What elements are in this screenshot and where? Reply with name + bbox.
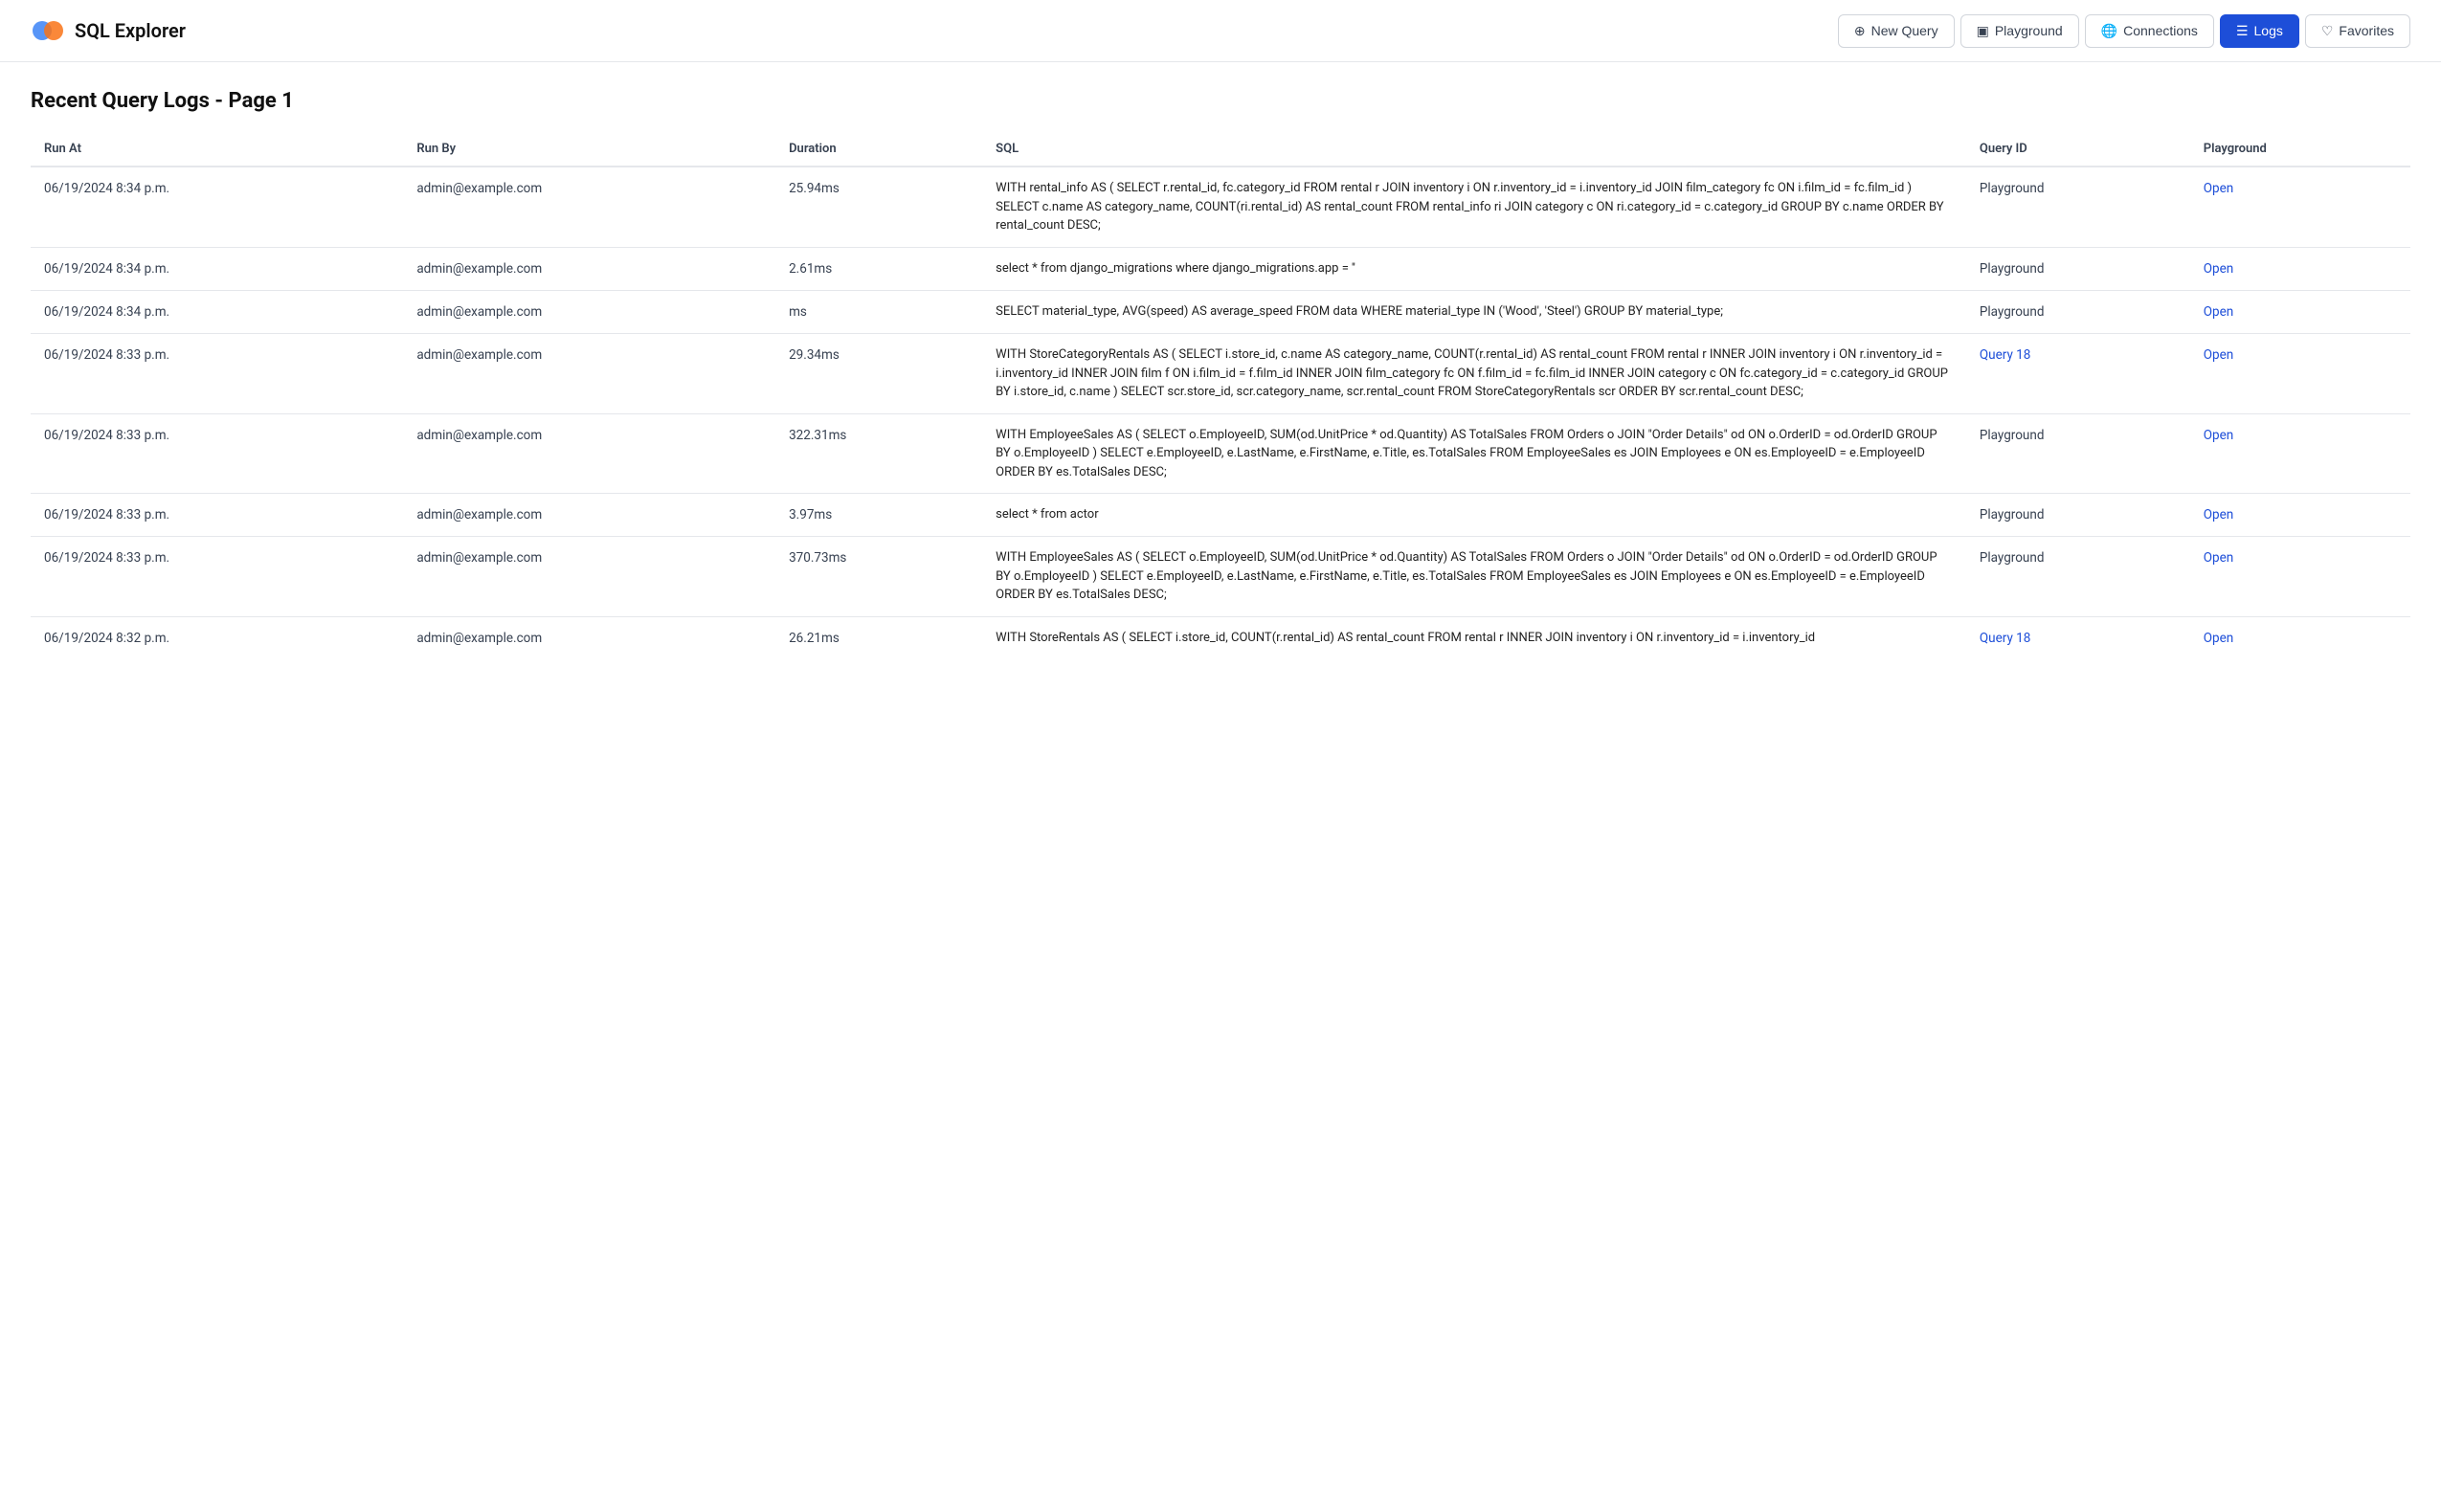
playground-open-4[interactable]: Open xyxy=(2190,413,2410,494)
playground-open-7[interactable]: Open xyxy=(2190,616,2410,659)
duration-7: 26.21ms xyxy=(775,616,982,659)
run-at-6: 06/19/2024 8:33 p.m. xyxy=(31,537,403,617)
run-at-2: 06/19/2024 8:34 p.m. xyxy=(31,290,403,333)
query-id-7[interactable]: Query 18 xyxy=(1966,616,2190,659)
table-body: 06/19/2024 8:34 p.m.admin@example.com25.… xyxy=(31,167,2410,659)
sql-3: WITH StoreCategoryRentals AS ( SELECT i.… xyxy=(982,334,1966,414)
playground-open-0[interactable]: Open xyxy=(2190,167,2410,247)
duration-4: 322.31ms xyxy=(775,413,982,494)
duration-0: 25.94ms xyxy=(775,167,982,247)
col-header-run_by: Run By xyxy=(403,132,775,167)
run-at-5: 06/19/2024 8:33 p.m. xyxy=(31,494,403,537)
playground-open-link-7[interactable]: Open xyxy=(2204,631,2233,646)
playground-open-5[interactable]: Open xyxy=(2190,494,2410,537)
query-id-6: Playground xyxy=(1966,537,2190,617)
playground-open-link-5[interactable]: Open xyxy=(2204,507,2233,523)
run-by-7: admin@example.com xyxy=(403,616,775,659)
nav-label-new-query: New Query xyxy=(1871,23,1938,38)
duration-6: 370.73ms xyxy=(775,537,982,617)
sql-4: WITH EmployeeSales AS ( SELECT o.Employe… xyxy=(982,413,1966,494)
table-row: 06/19/2024 8:33 p.m.admin@example.com29.… xyxy=(31,334,2410,414)
col-header-sql: SQL xyxy=(982,132,1966,167)
run-at-0: 06/19/2024 8:34 p.m. xyxy=(31,167,403,247)
nav-btn-new-query[interactable]: ⊕ New Query xyxy=(1838,14,1955,48)
col-header-duration: Duration xyxy=(775,132,982,167)
query-logs-table: Run AtRun ByDurationSQLQuery IDPlaygroun… xyxy=(31,132,2410,659)
playground-open-link-2[interactable]: Open xyxy=(2204,304,2233,320)
table-row: 06/19/2024 8:33 p.m.admin@example.com370… xyxy=(31,537,2410,617)
nav-icon-connections: 🌐 xyxy=(2101,23,2117,39)
run-at-1: 06/19/2024 8:34 p.m. xyxy=(31,247,403,290)
sql-1: select * from django_migrations where dj… xyxy=(982,247,1966,290)
run-at-4: 06/19/2024 8:33 p.m. xyxy=(31,413,403,494)
logo-icon xyxy=(31,13,65,48)
sql-7: WITH StoreRentals AS ( SELECT i.store_id… xyxy=(982,616,1966,659)
table-row: 06/19/2024 8:34 p.m.admin@example.com25.… xyxy=(31,167,2410,247)
nav-icon-new-query: ⊕ xyxy=(1854,23,1866,39)
query-id-3[interactable]: Query 18 xyxy=(1966,334,2190,414)
query-id-2: Playground xyxy=(1966,290,2190,333)
playground-open-link-4[interactable]: Open xyxy=(2204,428,2233,443)
logo-area: SQL Explorer xyxy=(31,13,186,48)
nav-label-connections: Connections xyxy=(2123,23,2198,38)
playground-open-link-3[interactable]: Open xyxy=(2204,347,2233,363)
logo-text: SQL Explorer xyxy=(75,19,186,42)
sql-0: WITH rental_info AS ( SELECT r.rental_id… xyxy=(982,167,1966,247)
run-at-3: 06/19/2024 8:33 p.m. xyxy=(31,334,403,414)
run-by-4: admin@example.com xyxy=(403,413,775,494)
run-by-3: admin@example.com xyxy=(403,334,775,414)
query-id-1: Playground xyxy=(1966,247,2190,290)
col-header-run_at: Run At xyxy=(31,132,403,167)
playground-open-1[interactable]: Open xyxy=(2190,247,2410,290)
playground-open-link-0[interactable]: Open xyxy=(2204,181,2233,196)
nav-icon-favorites: ♡ xyxy=(2321,23,2334,39)
table-header: Run AtRun ByDurationSQLQuery IDPlaygroun… xyxy=(31,132,2410,167)
col-header-playground: Playground xyxy=(2190,132,2410,167)
query-logs-table-wrapper: Run AtRun ByDurationSQLQuery IDPlaygroun… xyxy=(31,132,2410,659)
duration-1: 2.61ms xyxy=(775,247,982,290)
run-by-0: admin@example.com xyxy=(403,167,775,247)
duration-5: 3.97ms xyxy=(775,494,982,537)
sql-2: SELECT material_type, AVG(speed) AS aver… xyxy=(982,290,1966,333)
run-by-1: admin@example.com xyxy=(403,247,775,290)
nav-btn-playground[interactable]: ▣ Playground xyxy=(1960,14,2079,48)
query-id-link-3[interactable]: Query 18 xyxy=(1980,347,2031,363)
duration-3: 29.34ms xyxy=(775,334,982,414)
run-at-7: 06/19/2024 8:32 p.m. xyxy=(31,616,403,659)
nav-label-logs: Logs xyxy=(2254,23,2283,38)
query-id-4: Playground xyxy=(1966,413,2190,494)
playground-open-link-6[interactable]: Open xyxy=(2204,550,2233,566)
query-id-5: Playground xyxy=(1966,494,2190,537)
query-id-0: Playground xyxy=(1966,167,2190,247)
run-by-5: admin@example.com xyxy=(403,494,775,537)
playground-open-6[interactable]: Open xyxy=(2190,537,2410,617)
table-row: 06/19/2024 8:32 p.m.admin@example.com26.… xyxy=(31,616,2410,659)
table-row: 06/19/2024 8:34 p.m.admin@example.commsS… xyxy=(31,290,2410,333)
nav-label-favorites: Favorites xyxy=(2339,23,2394,38)
page-title: Recent Query Logs - Page 1 xyxy=(31,89,2410,113)
table-row: 06/19/2024 8:34 p.m.admin@example.com2.6… xyxy=(31,247,2410,290)
duration-2: ms xyxy=(775,290,982,333)
nav-area: ⊕ New Query ▣ Playground 🌐 Connections ☰ Logs ♡ F… xyxy=(1838,14,2410,48)
header-row: Run AtRun ByDurationSQLQuery IDPlaygroun… xyxy=(31,132,2410,167)
playground-open-3[interactable]: Open xyxy=(2190,334,2410,414)
sql-6: WITH EmployeeSales AS ( SELECT o.Employe… xyxy=(982,537,1966,617)
col-header-query_id: Query ID xyxy=(1966,132,2190,167)
main-content: Recent Query Logs - Page 1 Run AtRun ByD… xyxy=(0,62,2441,686)
run-by-6: admin@example.com xyxy=(403,537,775,617)
query-id-link-7[interactable]: Query 18 xyxy=(1980,631,2031,646)
nav-btn-connections[interactable]: 🌐 Connections xyxy=(2085,14,2214,48)
table-row: 06/19/2024 8:33 p.m.admin@example.com3.9… xyxy=(31,494,2410,537)
nav-label-playground: Playground xyxy=(1995,23,2063,38)
nav-btn-logs[interactable]: ☰ Logs xyxy=(2220,14,2299,48)
run-by-2: admin@example.com xyxy=(403,290,775,333)
nav-icon-playground: ▣ xyxy=(1977,23,1989,39)
nav-btn-favorites[interactable]: ♡ Favorites xyxy=(2305,14,2410,48)
sql-5: select * from actor xyxy=(982,494,1966,537)
playground-open-2[interactable]: Open xyxy=(2190,290,2410,333)
nav-icon-logs: ☰ xyxy=(2236,23,2249,39)
header: SQL Explorer ⊕ New Query ▣ Playground 🌐 Conne… xyxy=(0,0,2441,62)
playground-open-link-1[interactable]: Open xyxy=(2204,261,2233,277)
table-row: 06/19/2024 8:33 p.m.admin@example.com322… xyxy=(31,413,2410,494)
